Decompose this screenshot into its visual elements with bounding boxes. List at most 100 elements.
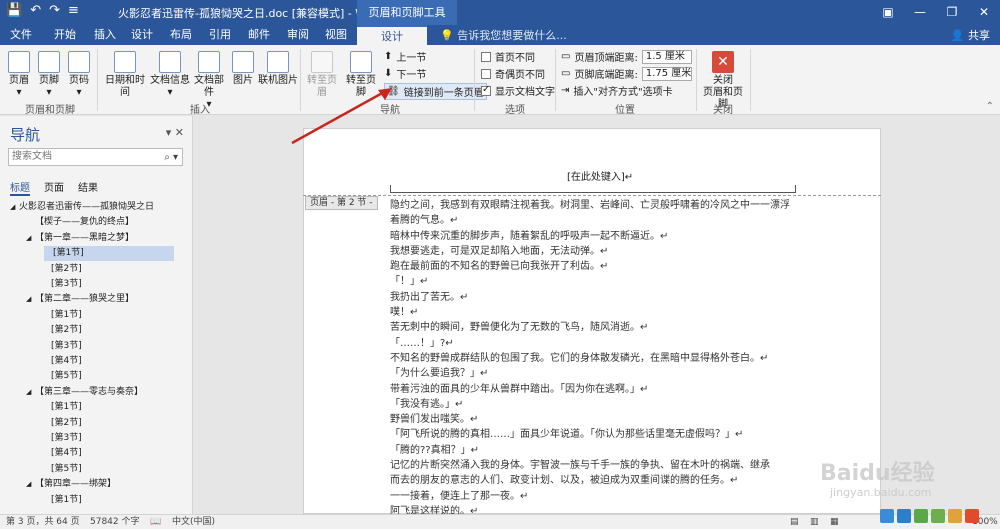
paragraph-line[interactable]: 「为什么要追我？」↵: [390, 366, 810, 381]
tree-item[interactable]: [第1节]: [42, 493, 82, 508]
different-odd-even-checkbox[interactable]: 奇偶页不同: [481, 66, 545, 81]
tree-item[interactable]: [第1节]: [42, 400, 82, 415]
tab-home[interactable]: 开始: [50, 25, 80, 45]
paragraph-line[interactable]: 「阿飞所说的腾的真相……」面具少年说道。「你认为那些话里毫无虚假吗？」↵: [390, 427, 810, 442]
picture-button[interactable]: 图片: [230, 51, 256, 87]
proofing-icon[interactable]: 📖: [150, 515, 161, 529]
tree-item[interactable]: ◢ 【第一章——黑暗之梦】: [26, 231, 134, 246]
paragraph-line[interactable]: 我扔出了苦无。↵: [390, 290, 810, 305]
different-first-page-checkbox[interactable]: 首页不同: [481, 49, 535, 64]
tree-item[interactable]: [第3节]: [42, 339, 82, 354]
tree-item[interactable]: 【楔子——复仇的终点】: [26, 215, 134, 230]
tree-item[interactable]: [第2节]: [42, 416, 82, 431]
tree-item[interactable]: ◢ 【第二章——狼哭之里】: [26, 292, 134, 307]
online-picture-button[interactable]: 联机图片: [258, 51, 298, 87]
next-section-button[interactable]: ⬇ 下一节: [384, 66, 426, 81]
paragraph-line[interactable]: 带着污浊的面具的少年从兽群中踏出。「因为你在逃啊。」↵: [390, 382, 810, 397]
paragraph-line[interactable]: 不知名的野兽成群结队的包围了我。它们的身体散发磷光，在黑暗中显得格外苍白。↵: [390, 351, 810, 366]
status-language[interactable]: 中文(中国): [172, 515, 215, 529]
paragraph-line[interactable]: 「！」↵: [390, 274, 810, 289]
share-button[interactable]: 👤 共享: [951, 27, 990, 43]
tree-expand-icon[interactable]: ◢: [26, 385, 35, 400]
paragraph-line[interactable]: 记忆的片断突然涌入我的身体。宇智波一族与千手一族的争执、留在木叶的祸端、继承: [390, 458, 810, 473]
tree-item[interactable]: ◢ 火影忍者迅雷传——孤狼恸哭之日: [10, 200, 154, 215]
tree-expand-icon[interactable]: ◢: [26, 292, 35, 307]
web-layout-icon[interactable]: ▦: [830, 515, 839, 529]
tray-punct-icon[interactable]: [931, 509, 945, 523]
paragraph-line[interactable]: 野兽们发出嗤笑。↵: [390, 412, 810, 427]
tree-item[interactable]: [第4节]: [42, 354, 82, 369]
tree-expand-icon[interactable]: ◢: [26, 231, 35, 246]
paragraph-line[interactable]: 「腾的??真相？」↵: [390, 443, 810, 458]
footer-from-bottom-input[interactable]: 1.75 厘米: [641, 66, 692, 81]
tree-expand-icon[interactable]: ◢: [26, 477, 35, 492]
tree-item[interactable]: ◢ 【第四章——绑架】: [26, 477, 116, 492]
paragraph-line[interactable]: 「我没有逃。」↵: [390, 397, 810, 412]
header-placeholder[interactable]: [在此处键入]↵: [567, 168, 633, 183]
tab-review[interactable]: 审阅: [283, 25, 313, 45]
tree-item[interactable]: [第5节]: [42, 462, 82, 477]
paragraph-line[interactable]: 隐约之间，我感到有双眼睛注视着我。树洞里、岩峰间、亡灵般呼啸着的冷风之中一一漂浮: [390, 198, 810, 213]
tree-item[interactable]: [第2节]: [42, 323, 82, 338]
document-body[interactable]: 隐约之间，我感到有双眼睛注视着我。树洞里、岩峰间、亡灵般呼啸着的冷风之中一一漂浮…: [390, 198, 810, 519]
collapse-ribbon-icon[interactable]: ⌃: [986, 101, 994, 112]
tree-item[interactable]: [第4节]: [42, 446, 82, 461]
date-time-button[interactable]: 日期和时间: [102, 51, 148, 99]
tree-item[interactable]: [第3节]: [42, 277, 82, 292]
doc-info-button[interactable]: 文档信息 ▾: [150, 51, 190, 99]
tab-view[interactable]: 视图: [321, 25, 351, 45]
tree-expand-icon[interactable]: ◢: [10, 200, 19, 215]
ribbon-display-icon[interactable]: ▣: [872, 0, 904, 25]
nav-tab-results[interactable]: 结果: [78, 179, 98, 196]
tab-references[interactable]: 引用: [205, 25, 235, 45]
tray-emoji-icon[interactable]: [965, 509, 979, 523]
customize-icon[interactable]: ≡: [68, 3, 79, 18]
tray-gear-icon[interactable]: [948, 509, 962, 523]
tell-me-box[interactable]: 💡 告诉我您想要做什么...: [440, 27, 567, 43]
paragraph-line[interactable]: 跑在最前面的不知名的野兽已向我张开了利齿。↵: [390, 259, 810, 274]
nav-tab-headings[interactable]: 标题: [10, 179, 30, 196]
header-from-top-input[interactable]: 1.5 厘米: [641, 49, 692, 64]
paragraph-line[interactable]: 噗！↵: [390, 305, 810, 320]
tray-ime-icon[interactable]: [897, 509, 911, 523]
tree-item[interactable]: ◢ 【第三章——零志与奏奈】: [26, 385, 143, 400]
tab-mailings[interactable]: 邮件: [244, 25, 274, 45]
print-layout-icon[interactable]: ▥: [810, 515, 819, 529]
tab-insert[interactable]: 插入: [90, 25, 120, 45]
tab-header-footer-design[interactable]: 设计: [357, 25, 427, 45]
tree-item[interactable]: [第2节]: [42, 262, 82, 277]
tree-item[interactable]: [第3节]: [42, 431, 82, 446]
status-word-count[interactable]: 57842 个字: [90, 515, 140, 529]
tray-moon-icon[interactable]: [914, 509, 928, 523]
tab-design[interactable]: 设计: [127, 25, 157, 45]
read-mode-icon[interactable]: ▤: [790, 515, 799, 529]
tray-app-icon[interactable]: [880, 509, 894, 523]
tab-file[interactable]: 文件: [6, 25, 36, 45]
paragraph-line[interactable]: 一一接着，便连上了那一夜。↵: [390, 489, 810, 504]
tree-item[interactable]: [第5节]: [42, 369, 82, 384]
status-page-count[interactable]: 第 3 页，共 64 页: [6, 515, 80, 529]
undo-icon[interactable]: ↶: [30, 3, 41, 18]
prev-section-button[interactable]: ⬆ 上一节: [384, 49, 426, 64]
restore-button[interactable]: ❐: [936, 0, 968, 25]
save-icon[interactable]: 💾: [6, 3, 22, 18]
nav-tab-pages[interactable]: 页面: [44, 179, 64, 196]
paragraph-line[interactable]: 「……！」?↵: [390, 336, 810, 351]
nav-search-input[interactable]: 搜索文档 ⌕ ▾: [8, 148, 183, 166]
header-button[interactable]: 页眉 ▾: [6, 51, 32, 99]
paragraph-line[interactable]: 而去的朋友的意志的人们、政变计划、以及，被迫成为双重间谍的腾的任务。↵: [390, 473, 810, 488]
show-doc-text-checkbox[interactable]: 显示文档文字: [481, 83, 555, 98]
footer-button[interactable]: 页脚 ▾: [36, 51, 62, 99]
paragraph-line[interactable]: 暗林中传来沉重的脚步声，随着絮乱的呼吸声一起不断逼近。↵: [390, 229, 810, 244]
search-icon[interactable]: ⌕ ▾: [164, 150, 178, 166]
tree-item[interactable]: [第1节]: [42, 308, 82, 323]
close-button[interactable]: ✕: [968, 0, 1000, 25]
tab-layout[interactable]: 布局: [166, 25, 196, 45]
insert-align-tab-button[interactable]: ⇥ 插入"对齐方式"选项卡: [561, 83, 673, 98]
paragraph-line[interactable]: 苦无刺中的瞬间，野兽便化为了无数的飞鸟，随风消逝。↵: [390, 320, 810, 335]
minimize-button[interactable]: —: [904, 0, 936, 25]
redo-icon[interactable]: ↷: [49, 3, 60, 18]
page-number-button[interactable]: 页码 ▾: [66, 51, 92, 99]
paragraph-line[interactable]: 我想要逃走，可是双足却陷入地面，无法动弹。↵: [390, 244, 810, 259]
nav-close-icon[interactable]: ✕: [175, 126, 184, 139]
